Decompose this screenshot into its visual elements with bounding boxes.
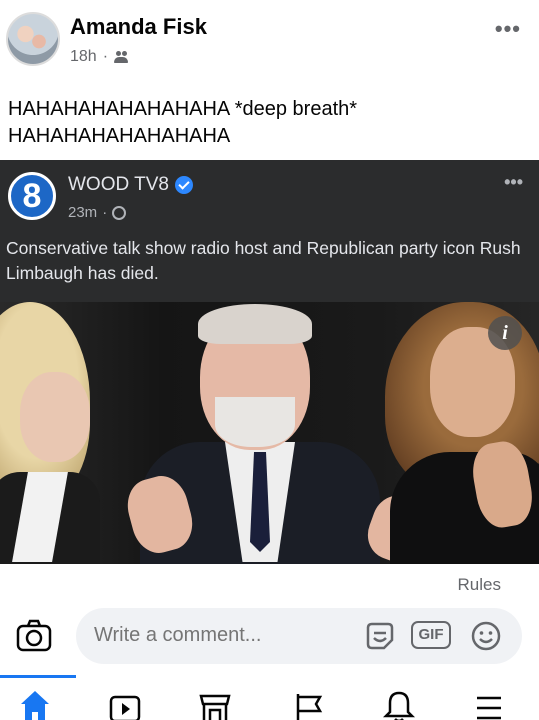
- camera-icon-svg: [16, 619, 52, 652]
- shared-post-card[interactable]: 8 WOOD TV8 23m · ••• Conservative talk s…: [0, 160, 539, 302]
- shared-post-time[interactable]: 23m: [68, 204, 97, 221]
- person-center-beard: [215, 397, 295, 447]
- pages-flag-icon: [296, 694, 323, 720]
- nav-home[interactable]: [18, 688, 58, 720]
- post-photo[interactable]: i: [0, 302, 539, 564]
- shared-post-meta: 23m ·: [68, 204, 127, 221]
- post-time[interactable]: 18h: [70, 48, 97, 66]
- watch-icon: [109, 695, 141, 720]
- post-meta: 18h ·: [70, 48, 130, 66]
- info-icon[interactable]: i: [488, 316, 522, 350]
- comment-box[interactable]: GIF: [76, 608, 522, 664]
- person-center-hair: [198, 304, 312, 344]
- meta-separator: ·: [102, 48, 109, 65]
- shared-post-text: Conservative talk show radio host and Re…: [6, 238, 521, 283]
- page-avatar[interactable]: 8: [8, 172, 56, 220]
- globe-icon: [112, 205, 127, 220]
- nav-marketplace[interactable]: [198, 688, 238, 720]
- nav-pages[interactable]: [292, 688, 332, 720]
- emoji-icon[interactable]: [470, 620, 502, 652]
- rules-link[interactable]: Rules: [458, 575, 501, 595]
- shared-post-more-button[interactable]: •••: [504, 172, 523, 193]
- page-name-row: WOOD TV8: [68, 174, 193, 196]
- nav-active-indicator: [0, 675, 76, 678]
- camera-icon[interactable]: [16, 618, 52, 652]
- post-header: Amanda Fisk 18h · •••: [0, 0, 539, 80]
- comment-input[interactable]: [94, 624, 354, 647]
- page-logo-glyph: 8: [22, 177, 42, 215]
- page-name[interactable]: WOOD TV8: [68, 174, 169, 196]
- nav-notifications[interactable]: [382, 688, 422, 720]
- verified-badge-icon: [175, 176, 193, 194]
- emoji-icon-svg: [471, 621, 501, 651]
- menu-icon: [477, 696, 501, 720]
- author-name[interactable]: Amanda Fisk: [70, 14, 207, 40]
- sticker-icon-svg: [366, 622, 394, 650]
- marketplace-icon: [199, 694, 231, 720]
- gif-button[interactable]: GIF: [411, 621, 451, 649]
- post-more-button[interactable]: •••: [495, 16, 521, 42]
- bottom-nav: [0, 684, 539, 720]
- nav-menu[interactable]: [472, 688, 512, 720]
- home-icon: [21, 691, 49, 720]
- friends-icon[interactable]: [114, 50, 130, 64]
- sticker-icon[interactable]: [364, 620, 396, 652]
- author-avatar[interactable]: [6, 12, 60, 66]
- shared-meta-separator: ·: [102, 204, 108, 221]
- person-left-face: [20, 372, 90, 462]
- notifications-bell-icon: [382, 691, 416, 720]
- post-text: HAHAHAHAHAHAHAHA *deep breath* HAHAHAHAH…: [8, 98, 358, 147]
- nav-watch[interactable]: [108, 688, 148, 720]
